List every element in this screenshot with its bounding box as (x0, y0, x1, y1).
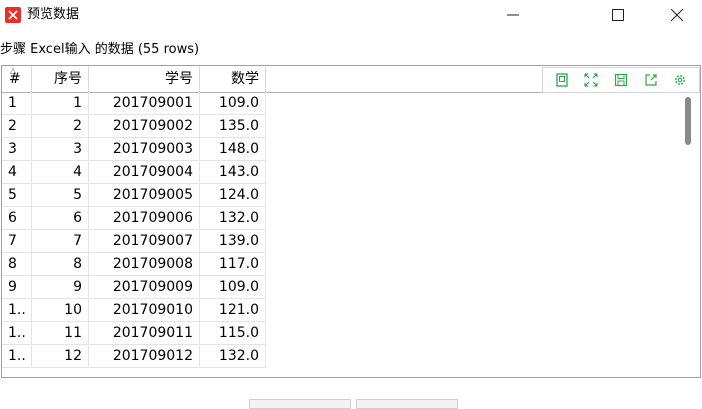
student-id-cell: 201709010 (89, 299, 200, 322)
math-score-cell: 121.0 (200, 299, 266, 322)
close-button[interactable] (654, 0, 700, 30)
seq-cell: 1 (32, 92, 89, 115)
preview-data-grid[interactable]: △ # 序号 学号 数学 1 1 201709001 109.0 2 2 201… (1, 65, 701, 378)
column-header-seq[interactable]: 序号 (32, 66, 89, 92)
math-score-cell: 132.0 (200, 345, 266, 368)
table-row[interactable]: 5 5 201709005 124.0 (2, 184, 700, 207)
table-row[interactable]: 6 6 201709006 132.0 (2, 207, 700, 230)
math-score-cell: 139.0 (200, 230, 266, 253)
expand-button[interactable] (582, 71, 600, 89)
seq-cell: 12 (32, 345, 89, 368)
app-logo-icon (5, 7, 21, 23)
table-row[interactable]: 1.. 12 201709012 132.0 (2, 345, 700, 368)
seq-cell: 9 (32, 276, 89, 299)
column-header-math[interactable]: 数学 (200, 66, 266, 92)
table-row[interactable]: 1 1 201709001 109.0 (2, 92, 700, 115)
export-icon (644, 74, 657, 86)
seq-cell: 10 (32, 299, 89, 322)
table-row[interactable]: 3 3 201709003 148.0 (2, 138, 700, 161)
row-index-cell: 1 (2, 92, 32, 115)
save-icon (614, 73, 628, 87)
maximize-icon (612, 9, 624, 21)
row-index-cell: 2 (2, 115, 32, 138)
seq-cell: 3 (32, 138, 89, 161)
math-score-cell: 115.0 (200, 322, 266, 345)
seq-cell: 6 (32, 207, 89, 230)
row-index-cell: 7 (2, 230, 32, 253)
save-button[interactable] (612, 71, 630, 89)
student-id-cell: 201709002 (89, 115, 200, 138)
table-row[interactable]: 9 9 201709009 109.0 (2, 276, 700, 299)
math-score-cell: 117.0 (200, 253, 266, 276)
column-header-student-id[interactable]: 学号 (89, 66, 200, 92)
row-index-cell: 8 (2, 253, 32, 276)
math-score-cell: 148.0 (200, 138, 266, 161)
math-score-cell: 109.0 (200, 92, 266, 115)
table-row[interactable]: 2 2 201709002 135.0 (2, 115, 700, 138)
seq-cell: 8 (32, 253, 89, 276)
math-score-cell: 135.0 (200, 115, 266, 138)
row-index-cell: 5 (2, 184, 32, 207)
export-button[interactable] (642, 71, 660, 89)
student-id-cell: 201709012 (89, 345, 200, 368)
row-index-cell: 9 (2, 276, 32, 299)
seq-cell: 5 (32, 184, 89, 207)
table-row[interactable]: 7 7 201709007 139.0 (2, 230, 700, 253)
preview-button[interactable] (553, 71, 571, 89)
minimize-button[interactable] (490, 0, 536, 30)
stop-button[interactable] (356, 399, 458, 409)
table-row[interactable]: 4 4 201709004 143.0 (2, 161, 700, 184)
row-index-cell: 3 (2, 138, 32, 161)
table-row[interactable]: 1.. 11 201709011 115.0 (2, 322, 700, 345)
settings-button[interactable] (671, 71, 689, 89)
seq-cell: 2 (32, 115, 89, 138)
row-index-cell: 6 (2, 207, 32, 230)
row-index-cell: 1.. (2, 299, 32, 322)
math-score-cell: 109.0 (200, 276, 266, 299)
window-title: 预览数据 (27, 7, 80, 22)
grid-toolbar (542, 67, 700, 93)
student-id-cell: 201709007 (89, 230, 200, 253)
data-summary-label: 步骤 Excel输入 的数据 (55 rows) (0, 42, 200, 57)
table-row[interactable]: 8 8 201709008 117.0 (2, 253, 700, 276)
row-index-cell: 1.. (2, 345, 32, 368)
student-id-cell: 201709011 (89, 322, 200, 345)
student-id-cell: 201709008 (89, 253, 200, 276)
row-index-cell: 4 (2, 161, 32, 184)
maximize-button[interactable] (595, 0, 641, 30)
seq-cell: 7 (32, 230, 89, 253)
student-id-cell: 201709003 (89, 138, 200, 161)
title-bar: 预览数据 (0, 0, 702, 32)
settings-icon (675, 75, 686, 85)
close-icon (671, 9, 683, 21)
close-dialog-button[interactable] (249, 399, 351, 409)
expand-icon (584, 73, 598, 87)
student-id-cell: 201709004 (89, 161, 200, 184)
student-id-cell: 201709009 (89, 276, 200, 299)
seq-cell: 4 (32, 161, 89, 184)
vertical-scrollbar[interactable] (685, 97, 691, 145)
seq-cell: 11 (32, 322, 89, 345)
math-score-cell: 143.0 (200, 161, 266, 184)
table-row[interactable]: 1.. 10 201709010 121.0 (2, 299, 700, 322)
math-score-cell: 132.0 (200, 207, 266, 230)
student-id-cell: 201709005 (89, 184, 200, 207)
minimize-icon (507, 14, 519, 16)
math-score-cell: 124.0 (200, 184, 266, 207)
preview-icon (556, 73, 568, 87)
column-header-index[interactable]: △ # (2, 66, 32, 92)
student-id-cell: 201709006 (89, 207, 200, 230)
row-index-cell: 1.. (2, 322, 32, 345)
student-id-cell: 201709001 (89, 92, 200, 115)
